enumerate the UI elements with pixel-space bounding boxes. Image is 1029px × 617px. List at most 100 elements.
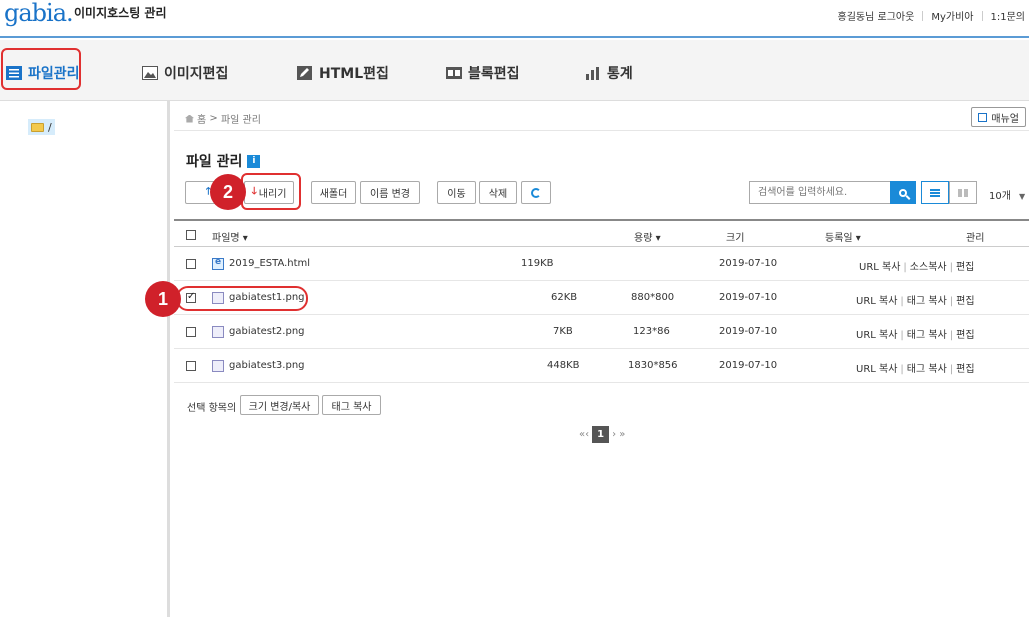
manual-label: 매뉴얼: [991, 113, 1019, 125]
arrow-down-icon: 🡓: [251, 186, 257, 197]
url-copy-link[interactable]: URL 복사: [856, 330, 897, 341]
url-copy-link[interactable]: URL 복사: [856, 364, 897, 375]
html-file-icon: [212, 257, 224, 270]
image-file-icon: [212, 360, 224, 372]
file-name[interactable]: 2019_ESTA.html: [229, 258, 310, 269]
row-actions: URL 복사 | 태그 복사 | 편집: [856, 296, 975, 307]
list-view-icon: [930, 188, 940, 197]
home-icon: [185, 114, 194, 123]
file-date: 2019-07-10: [719, 258, 778, 269]
col-date[interactable]: 등록일 ▾: [825, 229, 861, 244]
top-bar: gabia. 이미지호스팅 관리 홍길동님 로그아웃 My가비아 1:1문의: [0, 0, 1029, 38]
per-page-select[interactable]: 10개 ▼: [989, 187, 1025, 202]
tag-copy-button[interactable]: 태그 복사: [322, 395, 381, 415]
breadcrumb-home[interactable]: 홈: [197, 111, 206, 126]
callout-2: 2: [210, 174, 246, 210]
file-date: 2019-07-10: [719, 292, 778, 303]
tag-copy-link[interactable]: 태그 복사: [907, 330, 947, 341]
tab-block-edit[interactable]: 블록편집: [446, 58, 520, 88]
manual-button[interactable]: 매뉴얼: [971, 107, 1026, 127]
tag-copy-link[interactable]: 태그 복사: [907, 296, 947, 307]
grid-view-icon: [958, 188, 968, 197]
gabia-logo[interactable]: gabia.: [4, 0, 74, 26]
breadcrumb-sep: >: [209, 113, 218, 124]
edit-link[interactable]: 편집: [956, 330, 974, 341]
file-name[interactable]: gabiatest2.png: [229, 326, 305, 337]
image-icon: [142, 66, 158, 80]
one-on-one-link[interactable]: 1:1문의: [991, 8, 1026, 23]
search-icon: [899, 188, 907, 197]
search-button[interactable]: [890, 181, 916, 204]
url-copy-link[interactable]: URL 복사: [856, 296, 897, 307]
divider: [981, 10, 983, 21]
file-name[interactable]: gabiatest3.png: [229, 360, 305, 371]
tab-statistics[interactable]: 통계: [585, 58, 633, 88]
refresh-icon: [531, 187, 541, 198]
resize-copy-button[interactable]: 크기 변경/복사: [240, 395, 319, 415]
download-button[interactable]: 🡓 내리기: [244, 181, 294, 204]
breadcrumb-current: 파일 관리: [220, 115, 261, 126]
folder-icon: [31, 122, 44, 132]
folder-tree: /: [0, 101, 170, 617]
col-dimensions: 크기: [726, 233, 745, 244]
refresh-button[interactable]: [521, 181, 551, 204]
row-actions: URL 복사 | 소스복사 | 편집: [859, 262, 975, 273]
next-page-button[interactable]: › »: [612, 429, 625, 440]
row-checkbox[interactable]: [186, 327, 196, 337]
page-title: 파일 관리 i: [186, 151, 261, 171]
folder-root[interactable]: /: [28, 119, 55, 135]
info-icon[interactable]: i: [247, 154, 261, 168]
main-nav: 파일관리 이미지편집 HTML편집 블록편집 통계: [0, 40, 1029, 101]
file-dimensions: 123*86: [633, 326, 670, 337]
prev-page-button[interactable]: «‹: [579, 429, 589, 440]
selection-label: 선택 항목의: [187, 403, 237, 414]
per-page-value: 10개: [989, 191, 1011, 202]
top-links: 홍길동님 로그아웃 My가비아 1:1문의: [838, 8, 1025, 23]
chevron-down-icon: ▼: [1018, 192, 1026, 201]
list-view-button[interactable]: [921, 181, 949, 204]
search-input[interactable]: [749, 181, 891, 204]
col-size[interactable]: 용량 ▾: [634, 229, 661, 244]
tab-html-edit[interactable]: HTML편집: [297, 58, 389, 88]
select-all-checkbox[interactable]: [186, 230, 196, 240]
row-actions: URL 복사 | 태그 복사 | 편집: [856, 364, 975, 375]
callout-1: 1: [145, 281, 181, 317]
table-header: 파일명 ▾ 용량 ▾ 크기 등록일 ▾ 관리: [174, 219, 1029, 247]
download-label: 내리기: [258, 189, 287, 200]
edit-link[interactable]: 편집: [956, 296, 974, 307]
file-size: 62KB: [551, 292, 578, 303]
logout-link[interactable]: 로그아웃: [878, 8, 915, 23]
row-checkbox[interactable]: [186, 259, 196, 269]
tag-copy-link[interactable]: 태그 복사: [907, 364, 947, 375]
highlight-selected-file: [176, 286, 308, 311]
app-title: 이미지호스팅 관리: [74, 6, 167, 20]
user-greeting: 홍길동님: [837, 12, 875, 23]
divider: [922, 10, 924, 21]
highlight-file-tab: [1, 48, 81, 90]
rename-button[interactable]: 이름 변경: [360, 181, 420, 204]
delete-button[interactable]: 삭제: [479, 181, 517, 204]
tab-label: HTML편집: [319, 66, 389, 82]
row-actions: URL 복사 | 태그 복사 | 편집: [856, 330, 975, 341]
breadcrumb: 홈 > 파일 관리: [185, 111, 261, 126]
source-copy-link[interactable]: 소스복사: [910, 262, 947, 273]
manual-icon: [978, 112, 988, 122]
table-row: 2019_ESTA.html 119KB 2019-07-10 URL 복사|소…: [174, 247, 1029, 281]
folder-label: /: [48, 120, 52, 134]
file-date: 2019-07-10: [719, 360, 778, 371]
file-dimensions: 1830*856: [628, 360, 678, 371]
page-current[interactable]: 1: [592, 426, 610, 443]
grid-view-button[interactable]: [949, 181, 977, 204]
row-checkbox[interactable]: [186, 361, 196, 371]
file-size: 7KB: [553, 326, 573, 337]
edit-link[interactable]: 편집: [956, 262, 974, 273]
table-row: gabiatest2.png 7KB 123*86 2019-07-10 URL…: [174, 315, 1029, 349]
col-name[interactable]: 파일명 ▾: [212, 229, 248, 244]
tab-image-edit[interactable]: 이미지편집: [142, 58, 228, 88]
my-gabia-link[interactable]: My가비아: [931, 8, 973, 23]
url-copy-link[interactable]: URL 복사: [859, 262, 900, 273]
new-folder-button[interactable]: 새폴더: [311, 181, 356, 204]
move-button[interactable]: 이동: [437, 181, 476, 204]
bar-chart-icon: [585, 66, 601, 80]
edit-link[interactable]: 편집: [956, 364, 974, 375]
